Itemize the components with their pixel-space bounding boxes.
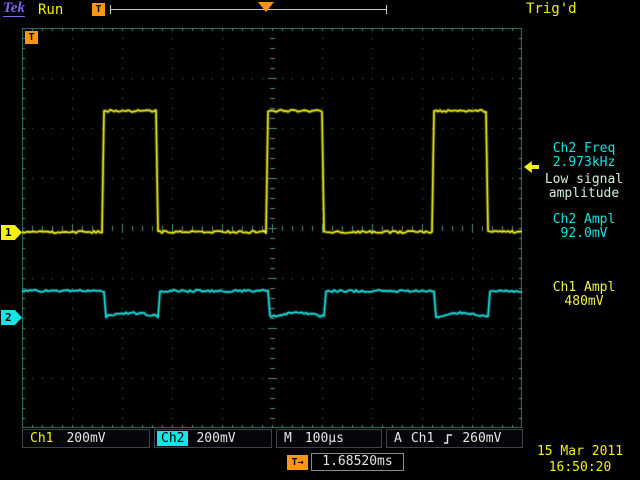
ch1-label: Ch1 [30,431,53,446]
tek-logo: Tek [3,1,25,17]
measurement-value: 480mV [531,295,637,309]
delay-time-readout: 1.68520ms [311,453,404,471]
trigger-position-marker-icon [258,2,274,12]
waveform-display [22,28,522,428]
trigger-badge-icon: T [92,3,105,16]
ch1-scale-value: 200mV [66,431,105,446]
record-view-right-bracket [386,5,387,14]
status-bar: Ch1 200mV Ch2 200mV M 100µs A Ch1 260mV [22,429,523,448]
ch2-position-marker: 2 [1,310,22,325]
measurement-label: Ch2 Freq [531,142,637,156]
timebase-readout: M 100µs [276,429,382,448]
trigger-label: A [394,431,402,446]
measurement-ch1-ampl: Ch1 Ampl 480mV [531,281,637,309]
graticule [22,28,522,428]
measurement-warning: Low signal amplitude [531,173,637,201]
ch2-label: Ch2 [157,431,188,446]
datetime: 15 Mar 2011 16:50:20 [524,444,636,476]
delay-time-badge-icon: T→ [287,455,308,470]
trigger-level-value: 260mV [462,431,501,446]
measurement-value: 2.973kHz [531,156,637,170]
ch2-scale-readout: Ch2 200mV [154,429,272,448]
record-view-bar [110,9,387,10]
measurement-value: 92.0mV [531,227,637,241]
ch2-scale-value: 200mV [196,431,235,446]
date-readout: 15 Mar 2011 [524,444,636,460]
measurement-label: Ch1 Ampl [531,281,637,295]
timebase-label: M [284,431,292,446]
time-readout: 16:50:20 [524,460,636,476]
trigger-offscreen-badge-icon: T [25,31,38,44]
measurement-ch2-freq: Ch2 Freq 2.973kHz Low signal amplitude [531,142,637,201]
record-view-left-bracket [110,5,111,14]
ch1-scale-readout: Ch1 200mV [22,429,150,448]
measurement-label: Ch2 Ampl [531,213,637,227]
ch1-position-marker: 1 [1,225,22,240]
timebase-value: 100µs [305,431,344,446]
trigger-readout: A Ch1 260mV [386,429,523,448]
measurement-ch2-ampl: Ch2 Ampl 92.0mV [531,213,637,241]
acquisition-state: Run [38,2,63,18]
trigger-status: Trig'd [526,1,577,17]
trigger-source: Ch1 [411,431,434,446]
rising-edge-icon [443,432,453,446]
oscilloscope-screen: Tek Run T Trig'd T 1 2 Ch2 Freq 2.973kHz… [0,0,640,480]
